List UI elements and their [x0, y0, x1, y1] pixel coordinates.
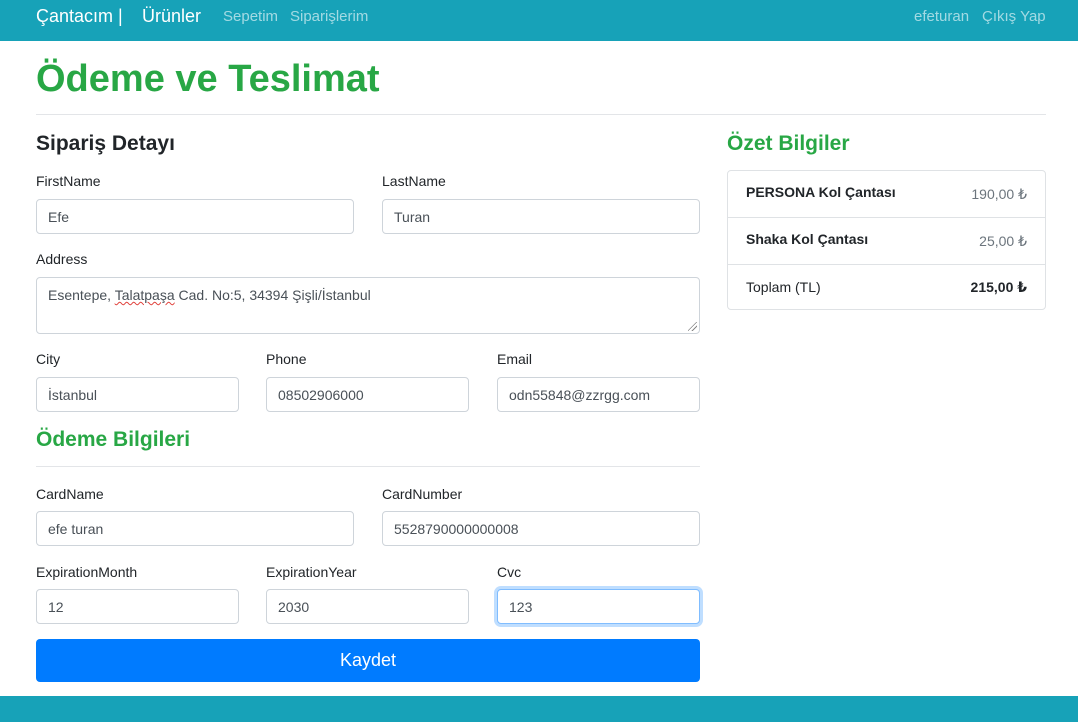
payment-divider	[36, 466, 700, 467]
first-name-input[interactable]	[36, 199, 354, 234]
summary-item: PERSONA Kol Çantası 190,00 ₺	[728, 171, 1045, 218]
city-input[interactable]	[36, 377, 239, 412]
summary-item-price: 190,00 ₺	[971, 186, 1027, 202]
nav-products-link[interactable]: Ürünler	[142, 6, 201, 27]
save-button[interactable]: Kaydet	[36, 639, 700, 682]
first-name-label: FirstName	[36, 173, 101, 189]
nav-orders-link[interactable]: Siparişlerim	[290, 8, 368, 25]
page-title: Ödeme ve Teslimat	[36, 58, 380, 100]
summary-heading: Özet Bilgiler	[727, 132, 850, 155]
resize-handle-icon[interactable]	[688, 322, 697, 331]
card-number-label: CardNumber	[382, 486, 463, 502]
summary-item-name: PERSONA Kol Çantası	[746, 184, 896, 200]
city-label: City	[36, 351, 61, 367]
expiration-month-label: ExpirationMonth	[36, 564, 138, 580]
top-navbar: Çantacım | Ürünler Sepetim Siparişlerim …	[0, 0, 1078, 41]
phone-input[interactable]	[266, 377, 469, 412]
phone-label: Phone	[266, 351, 307, 367]
expiration-year-input[interactable]	[266, 589, 469, 624]
card-name-input[interactable]	[36, 511, 354, 546]
summary-list: PERSONA Kol Çantası 190,00 ₺ Shaka Kol Ç…	[727, 170, 1046, 310]
last-name-label: LastName	[382, 173, 446, 189]
address-text: Esentepe, Talatpaşa Cad. No:5, 34394 Şiş…	[48, 287, 371, 303]
expiration-month-input[interactable]	[36, 589, 239, 624]
address-label: Address	[36, 251, 88, 267]
card-name-label: CardName	[36, 486, 104, 502]
summary-total-row: Toplam (TL) 215,00 ₺	[728, 265, 1045, 312]
nav-username-link[interactable]: efeturan	[914, 8, 969, 25]
card-number-input[interactable]	[382, 511, 700, 546]
nav-logout-link[interactable]: Çıkış Yap	[982, 8, 1046, 25]
last-name-input[interactable]	[382, 199, 700, 234]
cvc-label: Cvc	[497, 564, 522, 580]
misspelled-word: Talatpaşa	[114, 287, 175, 303]
summary-item: Shaka Kol Çantası 25,00 ₺	[728, 218, 1045, 265]
summary-total-value: 215,00 ₺	[970, 279, 1027, 295]
nav-cart-link[interactable]: Sepetim	[223, 8, 278, 25]
cvc-input[interactable]	[497, 589, 700, 624]
footer-bar	[0, 696, 1078, 722]
summary-item-price: 25,00 ₺	[979, 233, 1027, 249]
payment-heading: Ödeme Bilgileri	[36, 428, 191, 451]
order-details-heading: Sipariş Detayı	[36, 132, 175, 155]
summary-item-name: Shaka Kol Çantası	[746, 231, 869, 247]
brand-link[interactable]: Çantacım |	[36, 6, 123, 27]
address-textarea[interactable]: Esentepe, Talatpaşa Cad. No:5, 34394 Şiş…	[36, 277, 700, 334]
email-input[interactable]	[497, 377, 700, 412]
expiration-year-label: ExpirationYear	[266, 564, 357, 580]
email-label: Email	[497, 351, 533, 367]
summary-total-label: Toplam (TL)	[746, 279, 821, 295]
title-divider	[36, 114, 1046, 115]
